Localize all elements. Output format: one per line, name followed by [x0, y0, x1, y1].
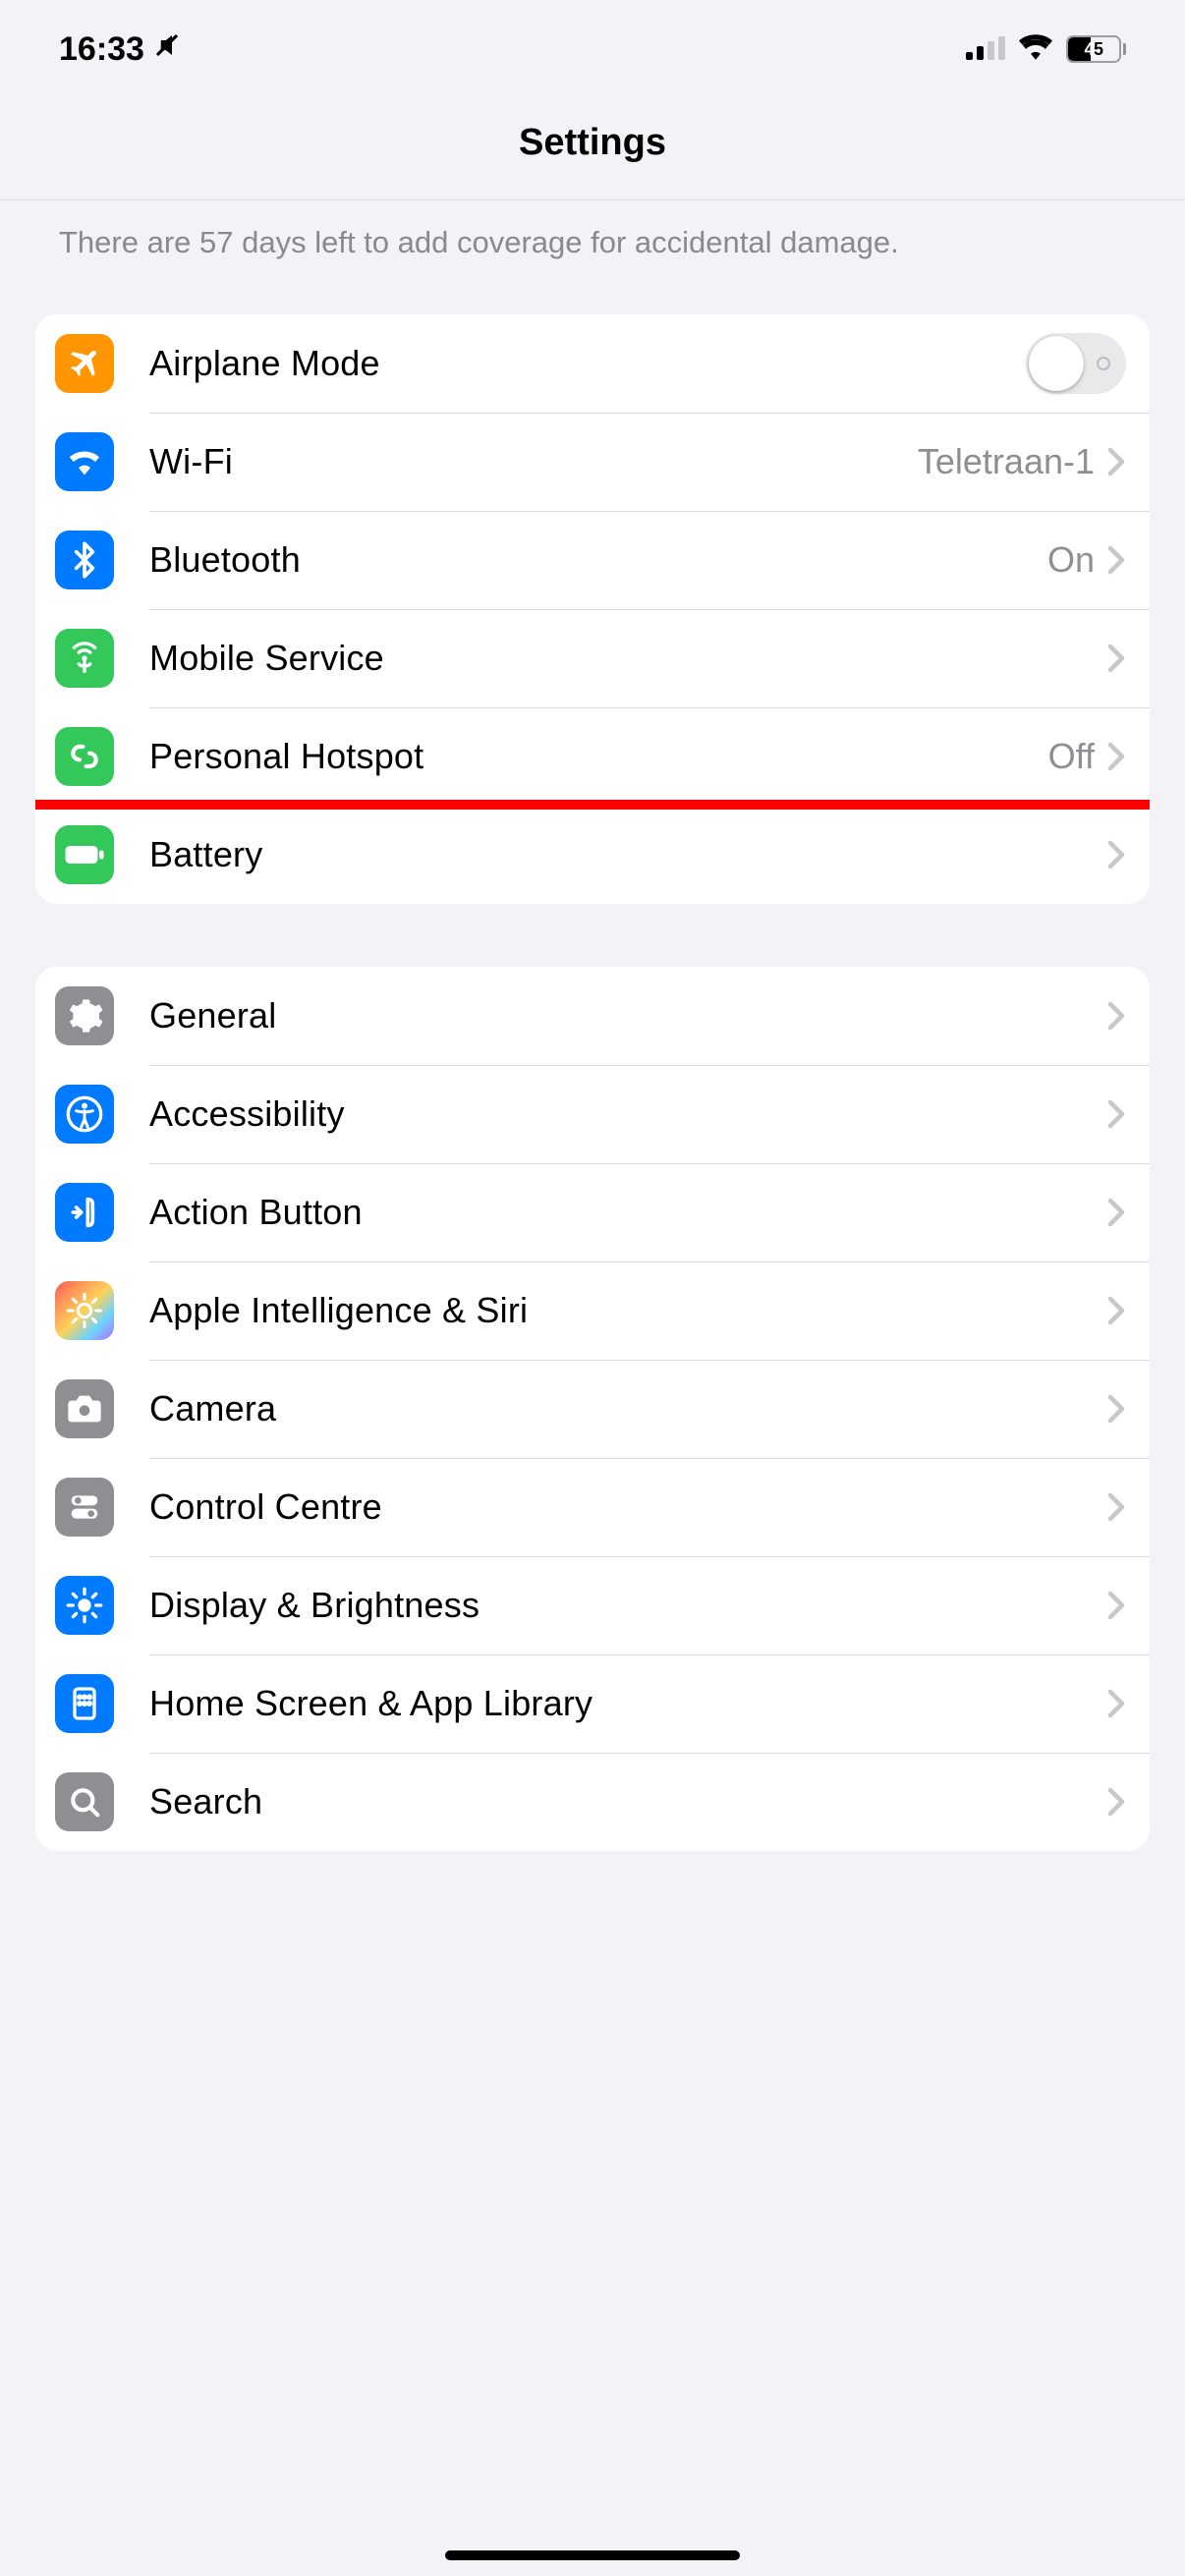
brightness-icon [55, 1576, 114, 1635]
chevron-right-icon [1106, 1591, 1126, 1620]
row-label: Action Button [149, 1192, 1106, 1233]
row-display-brightness[interactable]: Display & Brightness [35, 1556, 1150, 1654]
row-airplane-mode[interactable]: Airplane Mode [35, 314, 1150, 413]
row-control-centre[interactable]: Control Centre [35, 1458, 1150, 1556]
status-bar: 16:33 45 [0, 0, 1185, 98]
wifi-status-icon [1019, 30, 1052, 69]
antenna-icon [55, 629, 114, 688]
coverage-footer: There are 57 days left to add coverage f… [35, 200, 1150, 314]
row-home-screen[interactable]: Home Screen & App Library [35, 1654, 1150, 1753]
row-general[interactable]: General [35, 967, 1150, 1065]
home-indicator[interactable] [445, 2550, 740, 2560]
settings-group-connectivity: Airplane Mode Wi-Fi Teletraan-1 Bluetoot… [35, 314, 1150, 904]
airplane-icon [55, 334, 114, 393]
row-label: Control Centre [149, 1486, 1106, 1528]
home-screen-icon [55, 1674, 114, 1733]
row-label: Apple Intelligence & Siri [149, 1290, 1106, 1331]
row-value: Teletraan-1 [918, 441, 1095, 482]
row-label: Search [149, 1781, 1106, 1822]
action-button-icon [55, 1183, 114, 1242]
row-label: Mobile Service [149, 638, 1106, 679]
row-search[interactable]: Search [35, 1753, 1150, 1851]
airplane-toggle[interactable] [1026, 333, 1126, 394]
accessibility-icon [55, 1085, 114, 1144]
row-label: Personal Hotspot [149, 736, 1048, 777]
row-camera[interactable]: Camera [35, 1360, 1150, 1458]
row-label: Airplane Mode [149, 343, 1026, 384]
settings-group-system: General Accessibility Action Button Appl… [35, 967, 1150, 1851]
row-accessibility[interactable]: Accessibility [35, 1065, 1150, 1163]
row-label: Battery [149, 834, 1106, 875]
page-title: Settings [0, 98, 1185, 200]
row-label: Display & Brightness [149, 1585, 1106, 1626]
chevron-right-icon [1106, 1001, 1126, 1031]
battery-icon [55, 825, 114, 884]
chevron-right-icon [1106, 1198, 1126, 1227]
silent-icon [152, 30, 182, 69]
row-bluetooth[interactable]: Bluetooth On [35, 511, 1150, 609]
chevron-right-icon [1106, 1394, 1126, 1424]
row-label: Wi-Fi [149, 441, 918, 482]
chevron-right-icon [1106, 545, 1126, 575]
row-label: Bluetooth [149, 539, 1047, 581]
chevron-right-icon [1106, 840, 1126, 869]
row-wifi[interactable]: Wi-Fi Teletraan-1 [35, 413, 1150, 511]
chevron-right-icon [1106, 1492, 1126, 1522]
bluetooth-icon [55, 531, 114, 589]
row-apple-intelligence[interactable]: Apple Intelligence & Siri [35, 1261, 1150, 1360]
wifi-icon [55, 432, 114, 491]
row-label: Home Screen & App Library [149, 1683, 1106, 1724]
chevron-right-icon [1106, 1689, 1126, 1718]
status-time: 16:33 [59, 30, 144, 69]
row-battery[interactable]: Battery [35, 806, 1150, 904]
cellular-signal-icon [966, 30, 1005, 69]
gear-icon [55, 986, 114, 1045]
camera-icon [55, 1379, 114, 1438]
battery-status-icon: 45 [1066, 35, 1126, 63]
row-label: Camera [149, 1388, 1106, 1429]
chevron-right-icon [1106, 644, 1126, 673]
search-icon [55, 1772, 114, 1831]
row-value: On [1047, 539, 1095, 581]
row-label: General [149, 995, 1106, 1036]
chevron-right-icon [1106, 1296, 1126, 1325]
chevron-right-icon [1106, 742, 1126, 771]
row-personal-hotspot[interactable]: Personal Hotspot Off [35, 707, 1150, 806]
row-value: Off [1048, 736, 1095, 777]
ai-icon [55, 1281, 114, 1340]
row-label: Accessibility [149, 1093, 1106, 1135]
chevron-right-icon [1106, 1099, 1126, 1129]
hotspot-icon [55, 727, 114, 786]
control-centre-icon [55, 1478, 114, 1537]
row-mobile-service[interactable]: Mobile Service [35, 609, 1150, 707]
chevron-right-icon [1106, 447, 1126, 476]
chevron-right-icon [1106, 1787, 1126, 1817]
row-action-button[interactable]: Action Button [35, 1163, 1150, 1261]
